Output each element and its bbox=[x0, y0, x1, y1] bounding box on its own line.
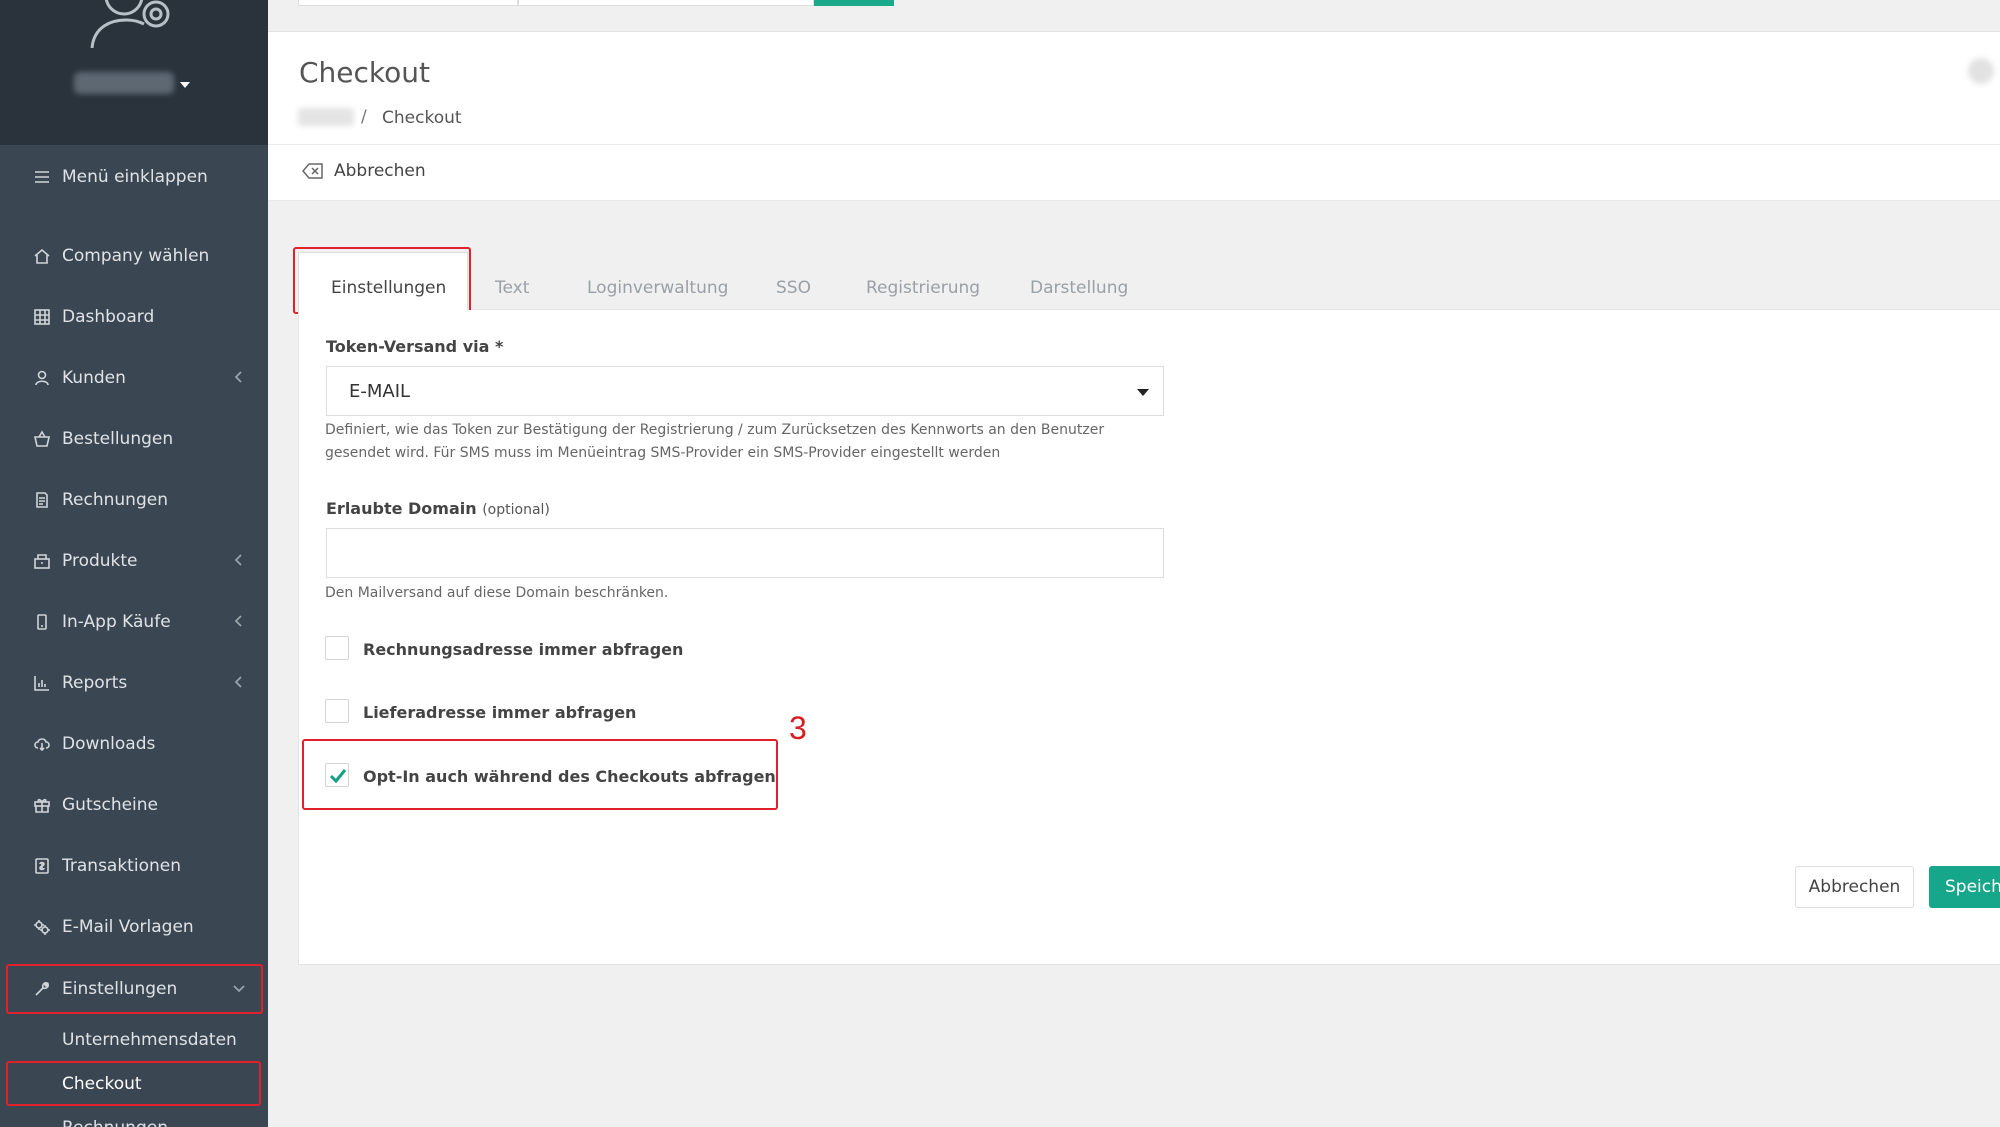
sidebar-item-rechnungen[interactable]: Rechnungen bbox=[0, 477, 268, 523]
hamburger-icon bbox=[32, 167, 52, 187]
sidebar-subitem-unternehmensdaten[interactable]: Unternehmensdaten bbox=[0, 1020, 268, 1060]
user-settings-icon bbox=[90, 0, 170, 49]
cancel-link-label: Abbrechen bbox=[334, 161, 426, 181]
sidebar-collapse-label: Menü einklappen bbox=[62, 167, 208, 187]
tab-registrierung[interactable]: Registrierung bbox=[866, 264, 980, 312]
sidebar-item-dashboard[interactable]: Dashboard bbox=[0, 294, 268, 340]
user-menu-caret-icon[interactable] bbox=[180, 82, 190, 88]
basket-icon bbox=[32, 429, 52, 449]
token-versand-help: Definiert, wie das Token zur Bestätigung… bbox=[325, 419, 1104, 465]
cancel-button[interactable]: Abbrechen bbox=[1795, 866, 1914, 908]
chevron-left-icon bbox=[232, 552, 246, 566]
chevron-left-icon bbox=[232, 369, 246, 383]
top-input-right[interactable] bbox=[518, 0, 814, 6]
chevron-left-icon bbox=[232, 674, 246, 688]
checkbox-rechnungsadresse[interactable] bbox=[325, 636, 349, 660]
sidebar-item-reports[interactable]: Reports bbox=[0, 660, 268, 706]
page-title: Checkout bbox=[299, 56, 430, 89]
highlight-einstellungen bbox=[6, 964, 263, 1014]
action-bar: Abbrechen bbox=[268, 145, 2000, 201]
grid-icon bbox=[32, 307, 52, 327]
tab-text[interactable]: Text bbox=[495, 264, 529, 312]
sidebar-item-label: Transaktionen bbox=[62, 856, 181, 876]
highlight-tab-einstellungen bbox=[293, 247, 471, 314]
top-search-button[interactable] bbox=[814, 0, 894, 6]
sidebar: Menü einklappen Company wählen Dashboard… bbox=[0, 0, 268, 1127]
top-input-left[interactable] bbox=[298, 0, 518, 6]
token-versand-select[interactable]: E-MAIL bbox=[326, 366, 1164, 416]
sidebar-item-bestellungen[interactable]: Bestellungen bbox=[0, 416, 268, 462]
user-icon bbox=[32, 368, 52, 388]
checkbox-lieferadresse[interactable] bbox=[325, 699, 349, 723]
checkbox-rechnungsadresse-label: Rechnungsadresse immer abfragen bbox=[363, 640, 684, 659]
breadcrumb-current: Checkout bbox=[382, 108, 462, 128]
sidebar-item-kunden[interactable]: Kunden bbox=[0, 355, 268, 401]
token-versand-label: Token-Versand via * bbox=[326, 337, 504, 356]
sidebar-item-produkte[interactable]: Produkte bbox=[0, 538, 268, 584]
sidebar-item-email-vorlagen[interactable]: E-Mail Vorlagen bbox=[0, 904, 268, 950]
sidebar-item-company[interactable]: Company wählen bbox=[0, 233, 268, 279]
invoice-icon bbox=[32, 490, 52, 510]
sidebar-item-label: Rechnungen bbox=[62, 490, 168, 510]
user-name-blurred bbox=[74, 72, 174, 94]
breadcrumb-separator: / bbox=[361, 107, 367, 127]
top-search-bar bbox=[268, 0, 2000, 32]
domain-label: Erlaubte Domain (optional) bbox=[326, 499, 550, 518]
tab-label: SSO bbox=[776, 278, 811, 298]
sidebar-subitem-rechnungen[interactable]: Rechnungen bbox=[0, 1108, 268, 1127]
tab-darstellung[interactable]: Darstellung bbox=[1030, 264, 1128, 312]
tab-label: Loginverwaltung bbox=[587, 278, 729, 298]
sidebar-item-gutscheine[interactable]: Gutscheine bbox=[0, 782, 268, 828]
sidebar-subitem-label: Unternehmensdaten bbox=[62, 1030, 237, 1050]
token-help-line-2: gesendet wird. Für SMS muss im Menüeintr… bbox=[325, 445, 1001, 461]
box-icon bbox=[32, 551, 52, 571]
page-header: Checkout / Checkout bbox=[268, 32, 2000, 145]
sidebar-item-label: E-Mail Vorlagen bbox=[62, 917, 194, 937]
gears-icon bbox=[32, 917, 52, 937]
sidebar-item-label: Dashboard bbox=[62, 307, 155, 327]
breadcrumb-home-blurred[interactable] bbox=[298, 108, 354, 126]
sidebar-item-label: Bestellungen bbox=[62, 429, 174, 449]
tab-label: Registrierung bbox=[866, 278, 981, 298]
sidebar-item-transaktionen[interactable]: Transaktionen bbox=[0, 843, 268, 889]
cloud-download-icon bbox=[32, 734, 52, 754]
domain-input[interactable] bbox=[326, 528, 1164, 578]
tab-label: Text bbox=[495, 278, 530, 298]
sidebar-collapse-menu[interactable]: Menü einklappen bbox=[0, 154, 268, 200]
sidebar-item-label: Produkte bbox=[62, 551, 138, 571]
sidebar-item-inapp[interactable]: In-App Käufe bbox=[0, 599, 268, 645]
home-icon bbox=[32, 246, 52, 266]
phone-icon bbox=[32, 612, 52, 632]
token-versand-value: E-MAIL bbox=[349, 381, 411, 402]
gift-icon bbox=[32, 795, 52, 815]
domain-label-text: Erlaubte Domain bbox=[326, 499, 477, 518]
sidebar-item-label: Gutscheine bbox=[62, 795, 159, 815]
chevron-left-icon bbox=[232, 613, 246, 627]
sidebar-item-downloads[interactable]: Downloads bbox=[0, 721, 268, 767]
step-number-annotation: 3 bbox=[789, 710, 807, 746]
caret-down-icon bbox=[1137, 389, 1149, 396]
checkbox-lieferadresse-label: Lieferadresse immer abfragen bbox=[363, 703, 637, 722]
token-help-line-1: Definiert, wie das Token zur Bestätigung… bbox=[325, 422, 1105, 438]
header-user-avatar-blurred[interactable] bbox=[1968, 58, 1994, 84]
tab-loginverwaltung[interactable]: Loginverwaltung bbox=[587, 264, 728, 312]
highlight-optin bbox=[302, 739, 778, 810]
chart-icon bbox=[32, 673, 52, 693]
sidebar-item-label: Downloads bbox=[62, 734, 156, 754]
sidebar-item-label: Kunden bbox=[62, 368, 126, 388]
highlight-checkout bbox=[6, 1061, 261, 1106]
domain-optional-text: (optional) bbox=[482, 502, 550, 518]
cancel-link[interactable]: Abbrechen bbox=[302, 161, 426, 181]
backspace-icon bbox=[302, 163, 323, 179]
tab-sso[interactable]: SSO bbox=[776, 264, 811, 312]
sidebar-item-label: Company wählen bbox=[62, 246, 210, 266]
tab-label: Darstellung bbox=[1030, 278, 1129, 298]
sidebar-item-label: In-App Käufe bbox=[62, 612, 171, 632]
sidebar-item-label: Reports bbox=[62, 673, 128, 693]
transaction-icon bbox=[32, 856, 52, 876]
sidebar-subitem-label: Rechnungen bbox=[62, 1118, 168, 1127]
domain-help: Den Mailversand auf diese Domain beschrä… bbox=[325, 585, 669, 601]
save-button[interactable]: Speichern bbox=[1929, 866, 2000, 908]
sidebar-user-panel bbox=[0, 0, 268, 145]
